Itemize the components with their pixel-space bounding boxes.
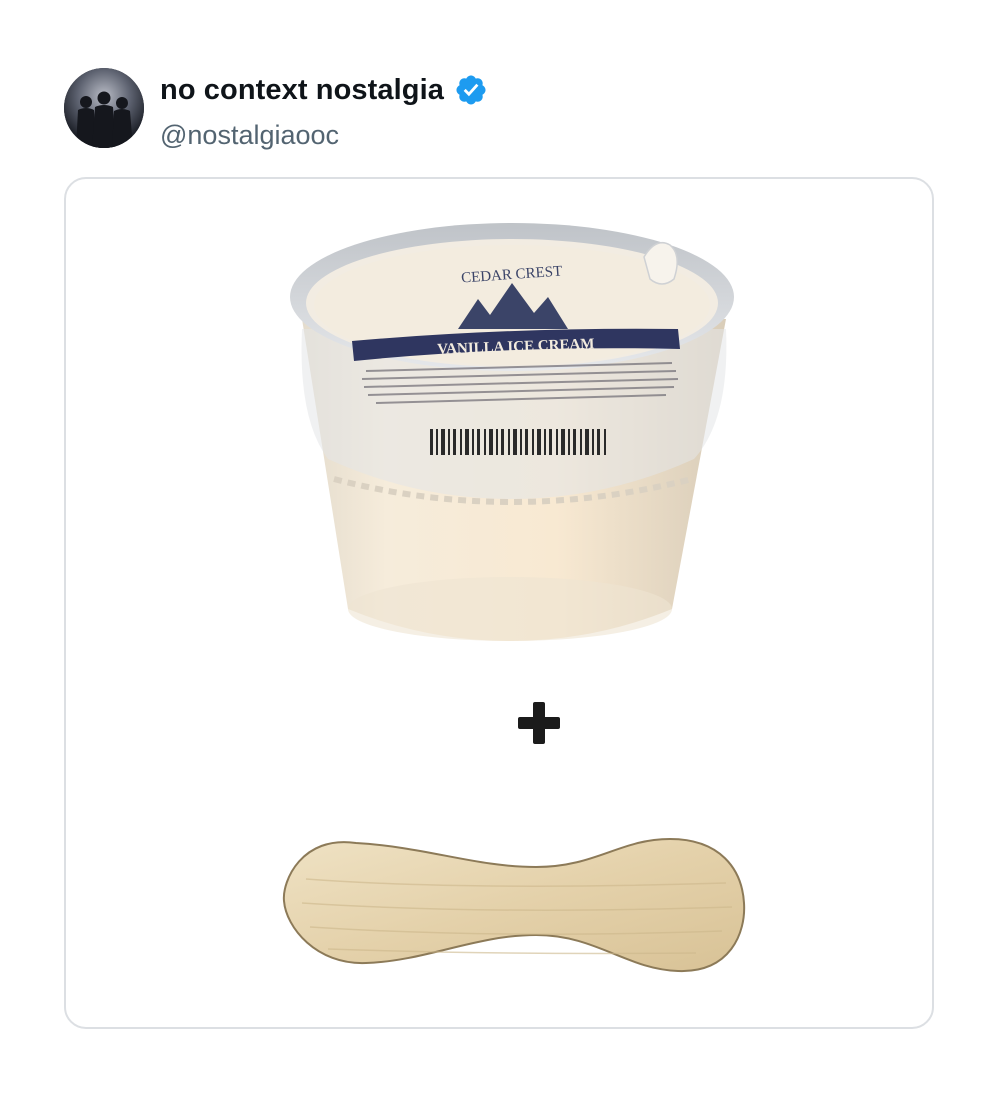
avatar[interactable] (64, 68, 144, 148)
author-handle[interactable]: @nostalgiaooc (160, 118, 339, 152)
plus-icon (518, 702, 560, 744)
ice-cream-cup: CEDAR CREST VANILLA ICE CREAM (290, 223, 734, 641)
author-name-row[interactable]: no context nostalgia (160, 72, 488, 108)
people-silhouette-avatar-icon (64, 68, 144, 148)
verified-badge-icon (454, 73, 488, 107)
tweet-image: CEDAR CREST VANILLA ICE CREAM (282, 223, 746, 973)
author-display-name[interactable]: no context nostalgia (160, 72, 444, 108)
wooden-spoon (282, 837, 746, 973)
tweet-container: no context nostalgia @nostalgiaooc CEDAR… (0, 0, 1000, 1096)
tweet-media-card[interactable]: CEDAR CREST VANILLA ICE CREAM (64, 177, 934, 1029)
